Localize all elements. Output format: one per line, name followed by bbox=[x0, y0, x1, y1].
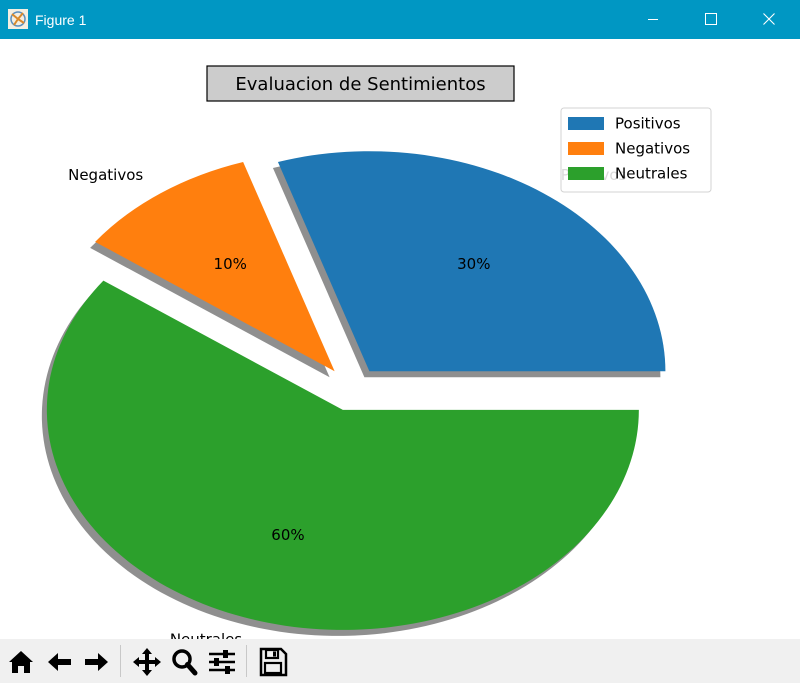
legend-swatch-neutrales bbox=[568, 167, 604, 180]
close-icon bbox=[763, 13, 775, 25]
home-button[interactable] bbox=[5, 645, 37, 679]
maximize-icon bbox=[705, 13, 717, 25]
pan-icon bbox=[133, 648, 161, 676]
back-icon bbox=[48, 653, 71, 671]
percent-label-neutrales: 60% bbox=[271, 526, 304, 544]
toolbar-separator bbox=[246, 645, 247, 677]
legend-label-positivos: Positivos bbox=[615, 115, 681, 133]
forward-icon bbox=[85, 653, 108, 671]
window-title: Figure 1 bbox=[35, 12, 87, 28]
back-button[interactable] bbox=[44, 645, 76, 679]
close-button[interactable] bbox=[746, 0, 792, 39]
legend: Positivos Negativos Neutrales bbox=[560, 107, 712, 193]
percent-label-negativos: 10% bbox=[214, 255, 247, 273]
legend-swatch-positivos bbox=[568, 117, 604, 130]
legend-label-negativos: Negativos bbox=[615, 140, 690, 158]
pan-button[interactable] bbox=[131, 645, 163, 679]
legend-swatch-negativos bbox=[568, 142, 604, 155]
minimize-icon bbox=[648, 19, 658, 20]
matplotlib-app-icon bbox=[8, 9, 28, 29]
pie-chart: 30% Positivos 10% Negativos 60% Neutrales Eva… bbox=[41, 65, 712, 649]
figure-canvas[interactable]: 30% Positivos 10% Negativos 60% Neutrales Eva… bbox=[0, 39, 800, 649]
maximize-button[interactable] bbox=[688, 0, 734, 39]
category-label-neutrales: Neutrales bbox=[170, 631, 243, 639]
chart-title-box: Evaluacion de Sentimientos bbox=[206, 65, 515, 102]
navigation-toolbar bbox=[0, 639, 800, 683]
minimize-button[interactable] bbox=[630, 0, 676, 39]
percent-label-positivos: 30% bbox=[457, 255, 490, 273]
toolbar-separator bbox=[120, 645, 121, 677]
zoom-button[interactable] bbox=[168, 645, 200, 679]
forward-button[interactable] bbox=[80, 645, 112, 679]
pie-slices bbox=[46, 151, 666, 630]
legend-label-neutrales: Neutrales bbox=[615, 165, 688, 183]
zoom-icon bbox=[172, 649, 198, 676]
category-label-negativos: Negativos bbox=[68, 166, 143, 184]
save-icon bbox=[259, 647, 288, 677]
chart-title: Evaluacion de Sentimientos bbox=[235, 74, 485, 95]
home-icon bbox=[9, 651, 33, 673]
window-titlebar: Figure 1 bbox=[0, 0, 800, 39]
configure-subplots-button[interactable] bbox=[206, 645, 238, 679]
configure-subplots-icon bbox=[209, 650, 235, 674]
save-button[interactable] bbox=[257, 645, 289, 679]
